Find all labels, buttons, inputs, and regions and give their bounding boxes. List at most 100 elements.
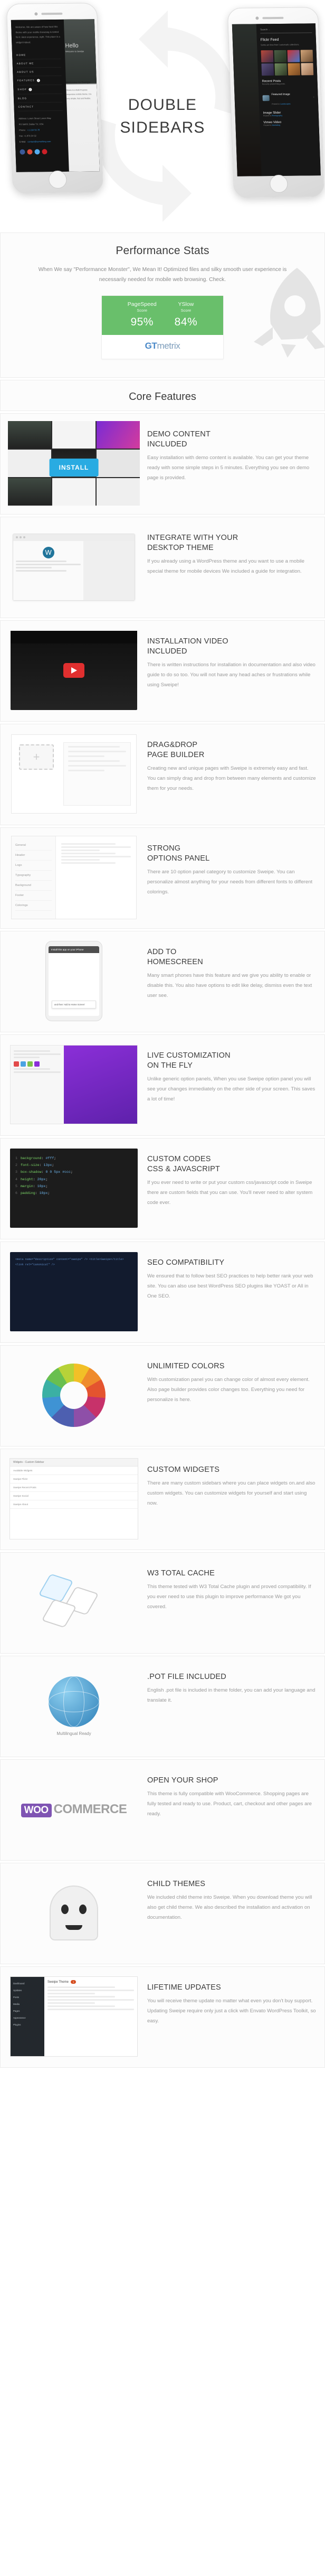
drop-zone-placeholder xyxy=(19,744,54,770)
gtmetrix-card: PageSpeed Score 95% YSlow Score 84% GTme… xyxy=(101,295,224,360)
feature-w3-total-cache: W3 TOTAL CACHE This theme tested with W3… xyxy=(0,1552,325,1654)
options-nav-item[interactable]: Typography xyxy=(15,871,52,881)
feature-description: Easy installation with demo content is a… xyxy=(147,455,310,481)
feature-integrate-desktop: W INTEGRATE WITH YOUR DESKTOP THEME If y… xyxy=(0,517,325,619)
nav-item-shop[interactable]: SHOP 2 xyxy=(17,85,62,95)
google-plus-icon[interactable] xyxy=(27,149,33,155)
install-button[interactable]: INSTALL xyxy=(49,459,99,477)
pinterest-icon[interactable] xyxy=(42,148,47,154)
demo-content-screens: INSTALL xyxy=(8,421,140,506)
feature-title: ADD TO HOMESCREEN xyxy=(147,948,203,967)
feature-title: CUSTOM WIDGETS xyxy=(147,1466,220,1474)
admin-nav-item[interactable]: Posts xyxy=(13,1994,42,2001)
widget-row[interactable]: Sweipe Flickr xyxy=(10,1475,138,1484)
sidebar-intro-text: Welcome, We are aware of how hard this t… xyxy=(15,25,60,44)
cache-cubes xyxy=(8,1560,140,1645)
code-line-number: 3 xyxy=(15,1170,17,1174)
widget-row[interactable]: Sweipe About xyxy=(10,1500,138,1509)
multilingual-globe: Multilingual Ready xyxy=(8,1664,140,1748)
wordpress-icon: W xyxy=(42,546,54,558)
feature-description: This theme tested with W3 Total Cache pl… xyxy=(147,1584,311,1610)
yslow-label: YSlow xyxy=(178,301,194,308)
options-nav-item[interactable]: Logo xyxy=(15,861,52,871)
ghost-icon xyxy=(50,1886,98,1941)
widget-row[interactable]: Sweipe Social xyxy=(10,1492,138,1501)
page-builder-mock xyxy=(8,732,140,816)
admin-nav-item[interactable]: Pages xyxy=(13,2008,42,2014)
code-line-number: 6 xyxy=(15,1191,17,1196)
hero-hello-text: Hello xyxy=(65,42,79,49)
feature-title: UNLIMITED COLORS xyxy=(147,1362,225,1371)
color-wheel-icon xyxy=(42,1364,106,1427)
code-editor-mock: 1 background: #fff; 2 font-size: 13px; 3 bo… xyxy=(8,1146,140,1230)
feature-lifetime-updates: Dashboard Updates Posts Media Pages Appe… xyxy=(0,1966,325,2068)
nav-item-about-us[interactable]: ABOUT US xyxy=(16,67,62,77)
options-nav-item[interactable]: Background xyxy=(15,881,52,891)
shop-badge: 2 xyxy=(28,88,32,91)
widget-row[interactable]: Available Widgets xyxy=(10,1467,138,1476)
widgets-panel-mock: Widgets - Custom Sidebar Available Widge… xyxy=(8,1457,140,1541)
nav-item-features[interactable]: FEATURES 1 xyxy=(17,76,62,86)
feature-description: We ensured that to follow best SEO pract… xyxy=(147,1273,313,1299)
phone-speaker xyxy=(41,12,63,15)
color-wheel xyxy=(8,1353,140,1438)
feature-description: Creating new and unique pages with Sweip… xyxy=(147,766,316,791)
admin-nav-item[interactable]: Dashboard xyxy=(13,1980,42,1987)
play-icon[interactable] xyxy=(63,663,84,678)
nav-item-about-me[interactable]: ABOUT ME xyxy=(16,59,61,68)
twitter-icon[interactable] xyxy=(34,149,40,155)
options-nav-item[interactable]: Header xyxy=(15,851,52,861)
nav-label: FEATURES xyxy=(17,79,35,82)
gtmetrix-score-panel: PageSpeed Score 95% YSlow Score 84% xyxy=(102,296,223,335)
contact-email: E-Mail: contact@something.com xyxy=(19,139,51,143)
facebook-icon[interactable] xyxy=(20,149,25,155)
admin-sidebar: Dashboard Updates Posts Media Pages Appe… xyxy=(11,1977,44,2057)
feature-child-themes: CHILD THEMES We included child theme int… xyxy=(0,1863,325,1965)
live-customizer-mock xyxy=(8,1042,140,1127)
feature-open-your-shop: WOO COMMERCE OPEN YOUR SHOP This theme is… xyxy=(0,1759,325,1861)
widget-row[interactable]: Sweipe Recent Posts xyxy=(10,1483,138,1492)
page-root: Hello Welcome to Sweipe Welcome to Sweip… xyxy=(0,0,325,2070)
yslow-score-block: YSlow Score 84% xyxy=(175,301,198,329)
feature-installation-video: INSTALLATION VIDEO INCLUDED There is wri… xyxy=(0,620,325,722)
code-property: padding xyxy=(20,1191,35,1196)
code-line-number: 4 xyxy=(15,1177,17,1181)
gtmetrix-logo-metrix: metrix xyxy=(157,341,180,351)
nav-label: ABOUT US xyxy=(17,70,34,73)
seo-code-mock: <meta name="description" content="sweipe… xyxy=(8,1249,140,1334)
code-property: font-size xyxy=(20,1163,40,1168)
homescreen-tooltip: and then 'Add to Home Screen' xyxy=(52,1001,96,1009)
email-link[interactable]: contact@something.com xyxy=(27,140,51,143)
commerce-text: COMMERCE xyxy=(53,1802,127,1816)
widget-recent-posts: Recent Posts Recently posted blog posts. xyxy=(262,79,313,85)
code-property: height xyxy=(20,1177,33,1181)
code-value: 10px xyxy=(39,1191,48,1196)
social-links xyxy=(20,148,64,155)
feature-title: W3 TOTAL CACHE xyxy=(147,1569,215,1578)
admin-nav-item[interactable]: Updates xyxy=(13,1987,42,1994)
code-value: 20px xyxy=(37,1177,46,1181)
feature-description: This theme is fully compatible with WooC… xyxy=(147,1791,312,1817)
wordpress-browser-mock: W xyxy=(8,525,140,609)
nav-item-home[interactable]: HOME xyxy=(16,50,61,60)
hero-welcome-title: Welcome to Sweipe xyxy=(65,81,91,85)
seo-source-snippet: <meta name="description" content="sweipe… xyxy=(10,1252,138,1332)
page-title: Performance Stats xyxy=(116,245,209,257)
options-nav-item[interactable]: Colorings xyxy=(15,901,52,911)
feature-title: LIVE CUSTOMIZATION ON THE FLY xyxy=(147,1051,231,1070)
nav-label: HOME xyxy=(16,53,26,57)
woocommerce-logo: WOO COMMERCE xyxy=(8,1767,140,1852)
video-player-mock xyxy=(8,628,140,713)
wp-admin-updates-mock: Dashboard Updates Posts Media Pages Appe… xyxy=(8,1974,140,2059)
gtmetrix-logo: GTmetrix xyxy=(102,335,223,359)
options-nav-item[interactable]: General xyxy=(15,841,52,851)
admin-nav-item[interactable]: Appearance xyxy=(13,2014,42,2021)
admin-nav-item[interactable]: Media xyxy=(13,2001,42,2008)
search-input[interactable]: Search ... xyxy=(260,27,312,34)
homescreen-phone-mock: Install this app on your iPhone and then… xyxy=(8,939,140,1023)
code-property: box-shadow xyxy=(20,1170,42,1174)
feature-description: Unlike generic option panels, When you u… xyxy=(147,1076,316,1102)
code-property: background xyxy=(20,1156,42,1161)
options-nav-item[interactable]: Footer xyxy=(15,891,52,901)
admin-nav-item[interactable]: Plugins xyxy=(13,2021,42,2028)
